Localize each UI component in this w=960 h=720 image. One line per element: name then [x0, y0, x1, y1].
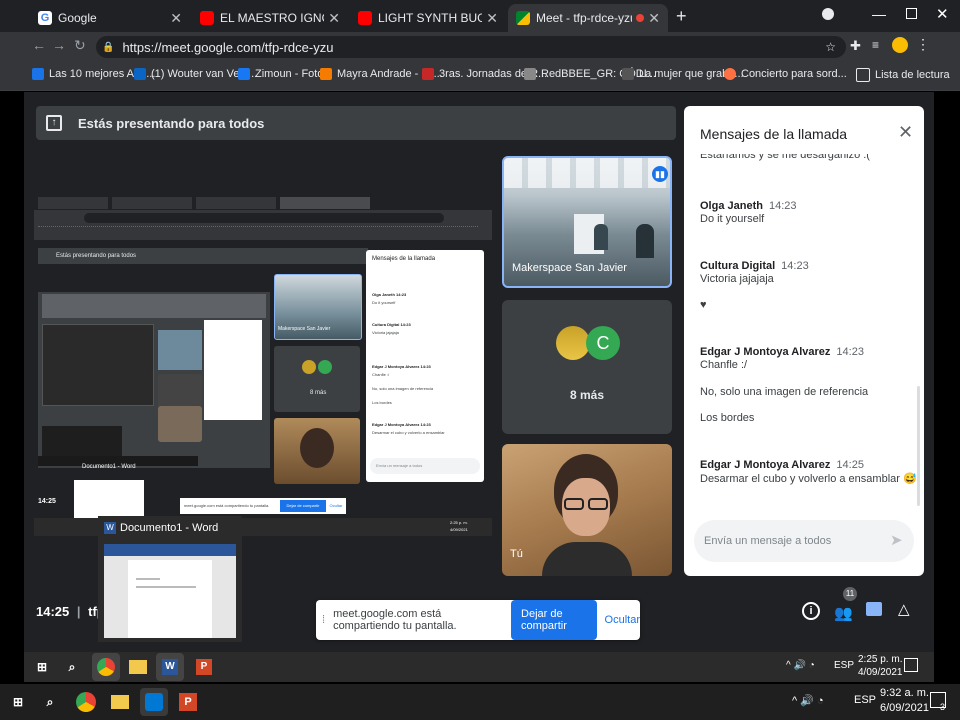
tab-youtube-2[interactable]: LIGHT SYNTH BUG SESSIONS - Y✕ — [350, 4, 506, 32]
meeting-info-icon[interactable]: i — [802, 602, 820, 620]
maximize-icon[interactable] — [906, 8, 917, 19]
profile-menu-icon[interactable] — [822, 8, 834, 20]
extensions-icon[interactable]: ✚ — [850, 38, 861, 54]
youtube-icon — [200, 11, 214, 25]
chrome-icon[interactable] — [72, 688, 100, 716]
close-icon[interactable]: ✕ — [486, 10, 498, 27]
chat-scrollbar[interactable] — [917, 386, 920, 506]
chat-message: Cultura Digital 14:23 — [700, 260, 809, 272]
tray-icons[interactable]: ^ 🔊 ◔ — [792, 694, 824, 707]
avatar: C — [586, 326, 620, 360]
windows-start-icon[interactable]: ⊞ — [28, 653, 56, 681]
stop-sharing-button[interactable]: Dejar de compartir — [511, 600, 597, 640]
participant-tile-makerspace[interactable]: ▮▮ Makerspace San Javier — [502, 156, 672, 288]
chat-panel: Mensajes de la llamada ✕ Estaríamos y se… — [684, 106, 924, 576]
bookmark-item[interactable]: Zimoun - Fotos — [238, 68, 329, 80]
chat-message: Olga Janeth 14:23 — [700, 200, 797, 212]
send-icon[interactable]: ➤ — [890, 531, 903, 549]
people-icon[interactable]: 👥 — [834, 604, 853, 622]
share-notification: ⁞ meet.google.com está compartiendo tu p… — [316, 600, 640, 640]
close-icon[interactable]: ✕ — [170, 10, 182, 27]
drag-handle-icon[interactable]: ⁞ — [322, 614, 325, 626]
powerpoint-icon[interactable]: P — [174, 688, 202, 716]
search-icon[interactable]: ⌕ — [36, 688, 64, 716]
tab-meet[interactable]: Meet - tfp-rdce-yzu ✕ — [508, 4, 668, 32]
word-icon[interactable]: W — [156, 653, 184, 681]
avatar — [556, 326, 590, 360]
powerpoint-icon[interactable]: P — [190, 653, 218, 681]
bookmarks-bar: Las 10 mejores App... (1) Wouter van Vel… — [0, 62, 960, 91]
reload-icon[interactable]: ↻ — [74, 37, 86, 54]
close-chat-icon[interactable]: ✕ — [898, 122, 913, 143]
hide-button[interactable]: Ocultar — [605, 614, 640, 626]
chat-title: Mensajes de la llamada — [700, 126, 848, 142]
search-icon[interactable]: ⌕ — [58, 653, 86, 681]
notification-count: 3 — [940, 702, 946, 712]
kebab-menu-icon[interactable]: ⋮ — [916, 36, 930, 53]
minimize-icon[interactable]: — — [872, 6, 886, 22]
notifications-icon[interactable] — [904, 658, 918, 672]
close-icon[interactable]: ✕ — [328, 10, 340, 27]
file-explorer-icon[interactable] — [106, 688, 134, 716]
participant-tile-self[interactable]: Tú — [502, 444, 672, 576]
inner-taskbar: ⊞ ⌕ W P ^ 🔊 ◔ ESP 2:25 p. m. 4/09/2021 — [24, 652, 934, 682]
tray-icons[interactable]: ^ 🔊 ◔ — [786, 660, 815, 671]
shared-screen-preview: Estás presentando para todos Documento1 … — [34, 194, 492, 548]
chrome-icon[interactable] — [92, 653, 120, 681]
activities-icon[interactable]: △ — [898, 600, 910, 618]
new-tab-icon[interactable]: + — [676, 6, 687, 27]
tab-google[interactable]: G Google ✕ — [30, 4, 190, 32]
reading-list[interactable]: Lista de lectura — [856, 68, 950, 82]
lock-icon: 🔒 — [102, 41, 115, 53]
tab-youtube-1[interactable]: EL MAESTRO IGNORANTE - YouT✕ — [192, 4, 348, 32]
chat-icon[interactable] — [866, 602, 882, 616]
participant-count-badge: 11 — [843, 587, 857, 601]
bookmark-item[interactable]: Concierto para sord... — [724, 68, 847, 80]
google-icon: G — [38, 11, 52, 25]
back-icon[interactable]: ← — [32, 37, 46, 53]
address-bar[interactable]: 🔒 https://meet.google.com/tfp-rdce-yzu ☆ — [96, 36, 846, 58]
word-thumbnail-preview[interactable]: W Documento1 - Word — [98, 516, 242, 642]
media-control-icon[interactable]: ≡ — [872, 38, 879, 52]
presenting-banner: ↑ Estás presentando para todos — [36, 106, 676, 140]
chat-message: Edgar J Montoya Alvarez 14:25 — [700, 459, 864, 471]
chat-message: Edgar J Montoya Alvarez 14:23 — [700, 346, 864, 358]
avatar[interactable] — [892, 37, 908, 53]
windows-start-icon[interactable]: ⊞ — [4, 688, 32, 716]
taskbar: ⊞ ⌕ P ^ 🔊 ◔ ESP 9:32 a. m. 6/09/2021 3 — [0, 684, 960, 720]
bookmark-star-icon[interactable]: ☆ — [825, 40, 836, 54]
forward-icon[interactable]: → — [52, 37, 66, 53]
recording-icon — [636, 14, 645, 22]
file-explorer-icon[interactable] — [124, 653, 152, 681]
present-screen-icon: ↑ — [46, 115, 62, 131]
media-player-icon[interactable] — [140, 688, 168, 716]
close-window-icon[interactable]: ✕ — [936, 5, 949, 23]
word-icon: W — [104, 522, 116, 534]
speaking-indicator-icon: ▮▮ — [652, 166, 668, 182]
meet-icon — [516, 11, 530, 25]
close-icon[interactable]: ✕ — [648, 10, 660, 27]
chat-input[interactable]: Envía un mensaje a todos ➤ — [694, 520, 914, 562]
participant-tile-more[interactable]: C 8 más — [502, 300, 672, 434]
youtube-icon — [358, 11, 372, 25]
